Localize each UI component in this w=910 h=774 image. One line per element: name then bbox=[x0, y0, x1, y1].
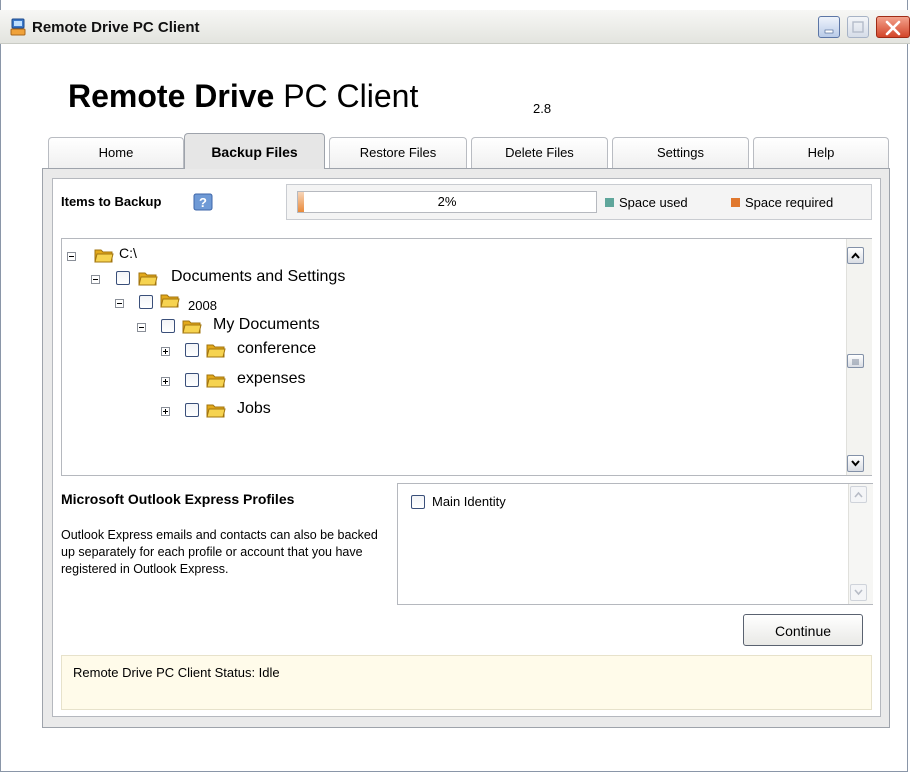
app-icon bbox=[10, 18, 26, 36]
outlook-section-title: Microsoft Outlook Express Profiles bbox=[61, 491, 295, 507]
expand-toggle-icon[interactable] bbox=[161, 377, 170, 386]
space-required-label: Space required bbox=[745, 195, 834, 210]
folder-icon bbox=[206, 404, 226, 418]
chevron-down-icon bbox=[851, 460, 860, 467]
tree-node-label: Jobs bbox=[237, 400, 271, 417]
tree-node-label: expenses bbox=[237, 370, 306, 387]
status-bar: Remote Drive PC Client Status: Idle bbox=[61, 655, 872, 710]
tree-checkbox[interactable] bbox=[185, 373, 199, 387]
close-icon bbox=[885, 20, 901, 36]
close-button[interactable] bbox=[876, 16, 910, 38]
space-used-swatch bbox=[605, 198, 614, 207]
scroll-up-button[interactable] bbox=[847, 247, 864, 264]
svg-text:?: ? bbox=[199, 195, 207, 210]
tab-help[interactable]: Help bbox=[753, 137, 889, 168]
tab-restore-files[interactable]: Restore Files bbox=[329, 137, 467, 168]
tab-home[interactable]: Home bbox=[48, 137, 184, 168]
legend-space-used: Space used bbox=[605, 195, 688, 210]
tree-checkbox[interactable] bbox=[116, 271, 130, 285]
items-to-backup-label: Items to Backup bbox=[61, 194, 162, 209]
profile-label: Main Identity bbox=[432, 494, 506, 509]
tree-checkbox[interactable] bbox=[185, 343, 199, 357]
tree-node-label: conference bbox=[237, 340, 317, 357]
space-required-swatch bbox=[731, 198, 740, 207]
outlook-section-description: Outlook Express emails and contacts can … bbox=[61, 528, 378, 576]
heading-light: PC Client bbox=[283, 78, 419, 114]
maximize-icon bbox=[852, 21, 864, 33]
tree-node-label: C:\ bbox=[119, 245, 137, 261]
space-progress-text: 2% bbox=[437, 194, 457, 209]
minimize-button[interactable] bbox=[818, 16, 840, 38]
title-bar[interactable]: Remote Drive PC Client bbox=[0, 10, 910, 44]
collapse-toggle-icon[interactable] bbox=[91, 275, 100, 284]
window-title: Remote Drive PC Client bbox=[32, 19, 200, 36]
help-icon[interactable]: ? bbox=[193, 193, 213, 211]
continue-button[interactable]: Continue bbox=[743, 614, 863, 646]
collapse-toggle-icon[interactable] bbox=[115, 299, 124, 308]
chevron-up-icon bbox=[851, 252, 860, 259]
folder-icon bbox=[206, 344, 226, 358]
collapse-toggle-icon[interactable] bbox=[67, 252, 76, 261]
status-text: Remote Drive PC Client Status: Idle bbox=[73, 665, 280, 680]
maximize-button[interactable] bbox=[847, 16, 869, 38]
legend-space-required: Space required bbox=[731, 195, 833, 210]
expand-toggle-icon[interactable] bbox=[161, 347, 170, 356]
folder-icon bbox=[182, 320, 202, 334]
tree-checkbox[interactable] bbox=[139, 295, 153, 309]
folder-icon bbox=[160, 294, 180, 308]
tab-delete-files[interactable]: Delete Files bbox=[471, 137, 608, 168]
chevron-up-icon bbox=[854, 491, 863, 498]
tree-node-label: 2008 bbox=[188, 298, 217, 313]
expand-toggle-icon[interactable] bbox=[161, 407, 170, 416]
folder-icon bbox=[138, 272, 158, 286]
profiles-scroll-down-button[interactable] bbox=[850, 584, 867, 601]
tree-node-label: Documents and Settings bbox=[171, 268, 346, 285]
folder-icon bbox=[206, 374, 226, 388]
profiles-scroll-up-button[interactable] bbox=[850, 486, 867, 503]
collapse-toggle-icon[interactable] bbox=[137, 323, 146, 332]
tree-checkbox[interactable] bbox=[161, 319, 175, 333]
tree-node-label: My Documents bbox=[213, 316, 320, 333]
space-used-label: Space used bbox=[619, 195, 688, 210]
chevron-down-icon bbox=[854, 589, 863, 596]
scroll-thumb[interactable] bbox=[847, 354, 864, 368]
tree-checkbox[interactable] bbox=[185, 403, 199, 417]
space-progress-bar: 2% bbox=[297, 191, 597, 213]
app-heading: Remote Drive PC Client bbox=[68, 78, 418, 115]
tab-backup-files[interactable]: Backup Files bbox=[184, 133, 325, 169]
scroll-down-button[interactable] bbox=[847, 455, 864, 472]
profile-checkbox[interactable] bbox=[411, 495, 425, 509]
heading-bold: Remote Drive bbox=[68, 78, 275, 114]
minimize-icon bbox=[824, 29, 834, 34]
grip-icon bbox=[852, 359, 859, 365]
version-label: 2.8 bbox=[533, 101, 552, 116]
tab-settings[interactable]: Settings bbox=[612, 137, 749, 168]
folder-icon bbox=[94, 249, 114, 263]
